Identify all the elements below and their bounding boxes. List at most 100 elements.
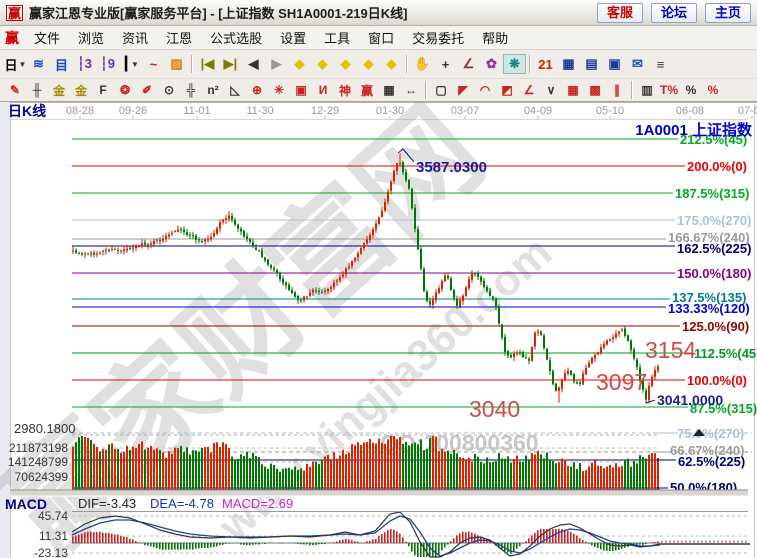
gann-stretch-icon[interactable]: ◆ [334, 54, 357, 74]
calculator-icon[interactable]: ▦ [557, 54, 580, 74]
macd-hist-bar-down [252, 543, 254, 545]
gold-split-a-icon[interactable]: 金 [48, 80, 70, 100]
angle-lines-icon[interactable]: ∠ [518, 80, 540, 100]
parallel-lines-icon[interactable]: ∥ [606, 80, 628, 100]
macd-hist-bar-up [387, 530, 389, 543]
print-icon[interactable]: ≡ [649, 54, 672, 74]
menu-item-2[interactable]: 资讯 [113, 25, 157, 50]
dense-ruler-icon[interactable]: ╬ [180, 80, 202, 100]
kline-chart-canvas[interactable]: 赢家财富网 www.yingjia360.com QQ:100800360 08… [0, 102, 757, 558]
candle-body [78, 253, 80, 254]
volume-bar [543, 458, 545, 489]
quote-board-icon[interactable]: 目 [50, 54, 73, 74]
candle-body [459, 300, 461, 306]
menu-item-8[interactable]: 交易委托 [403, 25, 473, 50]
menu-item-6[interactable]: 工具 [315, 25, 359, 50]
volume-bar [615, 463, 617, 489]
arc-tool-icon[interactable]: ◠ [474, 80, 496, 100]
menu-item-7[interactable]: 窗口 [359, 25, 403, 50]
fan-square-icon[interactable]: ◩ [496, 80, 518, 100]
candle-body [447, 276, 449, 278]
percent-red-icon[interactable]: % [702, 80, 724, 100]
transfer-icon[interactable]: ✉ [626, 54, 649, 74]
menu-item-1[interactable]: 浏览 [69, 25, 113, 50]
spiral-icon[interactable]: ❂ [114, 80, 136, 100]
grid-arrow-icon[interactable]: ▩ [584, 80, 606, 100]
pen-ruler-icon[interactable]: ✐ [136, 80, 158, 100]
candle-body [183, 230, 185, 232]
network-icon[interactable]: ≋ [27, 54, 50, 74]
candle-body [321, 292, 323, 293]
width-arrows-icon[interactable]: ↔ [400, 80, 422, 100]
hand-tool-icon[interactable]: ✋ [411, 54, 434, 74]
menu-item-3[interactable]: 江恩 [157, 25, 201, 50]
abacus-icon[interactable]: ▦ [378, 80, 400, 100]
macd-hist-bar-up [333, 542, 335, 543]
ribbon-tool-icon[interactable]: ✿ [480, 54, 503, 74]
percent-strike-icon[interactable]: T% [658, 80, 680, 100]
gann-fan-icon[interactable]: ◤ [452, 80, 474, 100]
shen-tool-icon[interactable]: 神 [334, 80, 356, 100]
forum-button[interactable]: 论坛 [651, 3, 697, 23]
menu-item-4[interactable]: 公式选股 [201, 25, 271, 50]
gann-move-left-icon[interactable]: ◆ [288, 54, 311, 74]
home-button[interactable]: 主页 [705, 3, 751, 23]
column-list-icon[interactable]: ▥ [636, 80, 658, 100]
time-share-icon[interactable]: ~ [142, 54, 165, 74]
nav-next-button[interactable]: ▶ [265, 54, 288, 74]
box-corner-icon[interactable]: ▢ [430, 80, 452, 100]
gann-level-label: 200.0%(0) [687, 159, 747, 174]
star-burst-icon[interactable]: ✳ [268, 80, 290, 100]
color-chart-icon[interactable]: ▨ [165, 54, 188, 74]
gann-move-right-icon[interactable]: ◆ [311, 54, 334, 74]
crosshair-tool-icon: + [442, 57, 450, 72]
macd-hist-bar-down [513, 543, 515, 551]
ying-tool-icon[interactable]: 赢 [356, 80, 378, 100]
notepad-icon[interactable]: ▤ [580, 54, 603, 74]
candle-body [102, 251, 104, 252]
customer-service-button[interactable]: 客服 [597, 3, 643, 23]
grid-icon[interactable]: ▦ [562, 80, 584, 100]
angle-measure-icon[interactable]: ∠ [457, 54, 480, 74]
time-cycle-icon[interactable]: ⊙ [158, 80, 180, 100]
volume-bar [201, 448, 203, 489]
gann-shrink-icon[interactable]: ◆ [357, 54, 380, 74]
menu-item-0[interactable]: 文件 [25, 25, 69, 50]
fib-f-icon[interactable]: F [92, 80, 114, 100]
volume-bar [477, 457, 479, 489]
abacus-icon: ▦ [383, 83, 394, 97]
candle-body [240, 229, 242, 232]
candle-style-button[interactable]: ┃▼ [119, 54, 142, 74]
small-chart-9-icon[interactable]: ┆9 [96, 54, 119, 74]
nav-last-button[interactable]: ▶| [219, 54, 242, 74]
ruler-icon[interactable]: ╫ [26, 80, 48, 100]
n2-icon[interactable]: n² [202, 80, 224, 100]
gold-split-b-icon[interactable]: 金 [70, 80, 92, 100]
menu-item-9[interactable]: 帮助 [473, 25, 517, 50]
calendar-icon[interactable]: 21 [534, 54, 557, 74]
period-day-button[interactable]: 日▼ [4, 54, 27, 74]
menu-item-5[interactable]: 设置 [271, 25, 315, 50]
candle-body [573, 374, 575, 382]
gann-level-label: 133.33%(120) [668, 301, 750, 316]
crosshair-tool-icon[interactable]: + [434, 54, 457, 74]
zigzag-icon[interactable]: ∨ [540, 80, 562, 100]
gann-fit-icon[interactable]: ◆ [380, 54, 403, 74]
nav-first-button[interactable]: |◀ [196, 54, 219, 74]
macd-hist-bar-up [384, 532, 386, 543]
save-icon[interactable]: ▣ [603, 54, 626, 74]
percent-icon[interactable]: % [680, 80, 702, 100]
candle-body [567, 371, 569, 374]
square-spiral-icon[interactable]: ▣ [290, 80, 312, 100]
i-quote-icon[interactable]: И [312, 80, 334, 100]
cycle-3d-icon[interactable]: ❋ [503, 54, 526, 74]
volume-bar [462, 458, 464, 489]
draw-pen-icon[interactable]: ✎ [4, 80, 26, 100]
nav-prev-button[interactable]: ◀ [242, 54, 265, 74]
mirror-icon[interactable]: ◺ [224, 80, 246, 100]
candle-body [543, 335, 545, 348]
target-circle-icon[interactable]: ⊕ [246, 80, 268, 100]
small-chart-3-icon[interactable]: ┆3 [73, 54, 96, 74]
gann-level-label: 112.5%(45) [694, 346, 757, 361]
candle-body [399, 163, 401, 164]
